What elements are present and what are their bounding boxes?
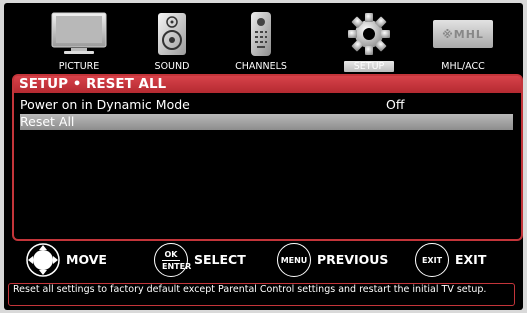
tv-screen: PICTURE SOUND CHANNELS SETUP ※MHL MHL/AC… [4, 3, 523, 310]
setting-label: Power on in Dynamic Mode [20, 97, 190, 112]
guide-select-label: SELECT [194, 252, 246, 267]
panel-title: SETUP • RESET ALL [14, 76, 521, 93]
menu-label-setup: SETUP [324, 60, 414, 73]
top-menu: PICTURE SOUND CHANNELS SETUP ※MHL MHL/AC… [4, 7, 523, 73]
guide-move-label: MOVE [66, 252, 107, 267]
tv-icon [49, 11, 109, 59]
setting-row-power-on-dynamic[interactable]: Power on in Dynamic Mode Off [20, 97, 513, 113]
menu-item-setup[interactable]: SETUP [324, 7, 414, 73]
remote-icon [248, 11, 274, 61]
menu-label-channels: CHANNELS [235, 61, 287, 72]
setting-value: Off [386, 97, 405, 112]
guide-previous-label: PREVIOUS [317, 252, 389, 267]
menu-label-sound: SOUND [154, 61, 190, 72]
settings-panel: SETUP • RESET ALL Power on in Dynamic Mo… [12, 74, 523, 241]
gear-icon [345, 11, 393, 61]
setting-row-reset-all[interactable]: Reset All [20, 114, 513, 130]
menu-item-channels[interactable]: CHANNELS [216, 7, 306, 72]
guide-exit-label: EXIT [455, 252, 487, 267]
key-guide: MOVE OK ENTER SELECT MENU PREVIOUS EXIT … [4, 241, 523, 281]
setting-label: Reset All [20, 114, 75, 129]
dpad-icon [26, 243, 60, 281]
exit-key-icon: EXIT [415, 243, 449, 277]
mhl-logo-icon: ※MHL [433, 20, 493, 48]
help-text: Reset all settings to factory default ex… [8, 283, 515, 306]
menu-item-picture[interactable]: PICTURE [34, 7, 124, 72]
menu-key-icon: MENU [277, 243, 311, 277]
menu-item-mhl[interactable]: ※MHL MHL/ACC [418, 7, 508, 72]
menu-label-mhl: MHL/ACC [441, 61, 485, 72]
menu-item-sound[interactable]: SOUND [127, 7, 217, 72]
speaker-icon [155, 11, 189, 61]
menu-label-picture: PICTURE [58, 61, 100, 72]
ok-enter-key-icon: OK ENTER [154, 243, 191, 277]
